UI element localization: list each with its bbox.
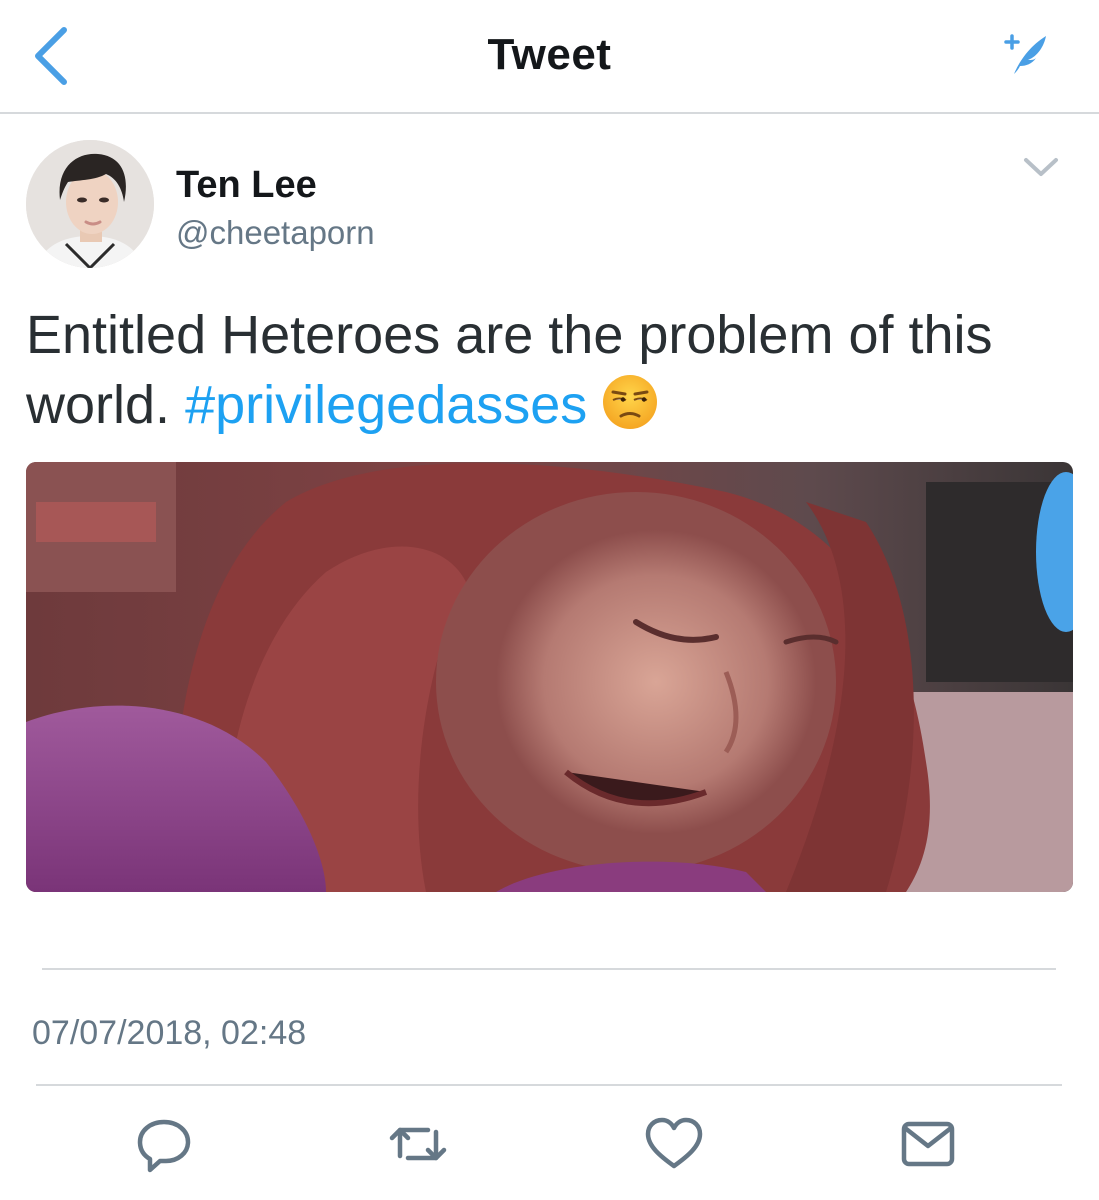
- hashtag-link[interactable]: #privilegedasses: [185, 375, 587, 435]
- compose-feather-icon[interactable]: [1000, 30, 1052, 78]
- tweet-media-photo[interactable]: [26, 462, 1073, 892]
- chevron-down-icon[interactable]: [1020, 150, 1062, 182]
- tweet-text: Entitled Heteroes are the problem of thi…: [26, 300, 1056, 440]
- avatar[interactable]: [26, 140, 154, 268]
- author-handle[interactable]: @cheetaporn: [176, 214, 375, 252]
- divider: [36, 1084, 1062, 1086]
- navigation-bar: Tweet: [0, 0, 1099, 114]
- unamused-face-icon: [601, 373, 659, 431]
- page-title: Tweet: [487, 30, 612, 79]
- author-display-name[interactable]: Ten Lee: [176, 164, 317, 207]
- tweet-timestamp: 07/07/2018, 02:48: [32, 1014, 307, 1052]
- like-heart-icon[interactable]: [642, 1112, 706, 1176]
- retweet-icon[interactable]: [386, 1112, 450, 1176]
- divider: [42, 968, 1056, 970]
- direct-message-envelope-icon[interactable]: [896, 1112, 960, 1176]
- reply-icon[interactable]: [132, 1112, 196, 1176]
